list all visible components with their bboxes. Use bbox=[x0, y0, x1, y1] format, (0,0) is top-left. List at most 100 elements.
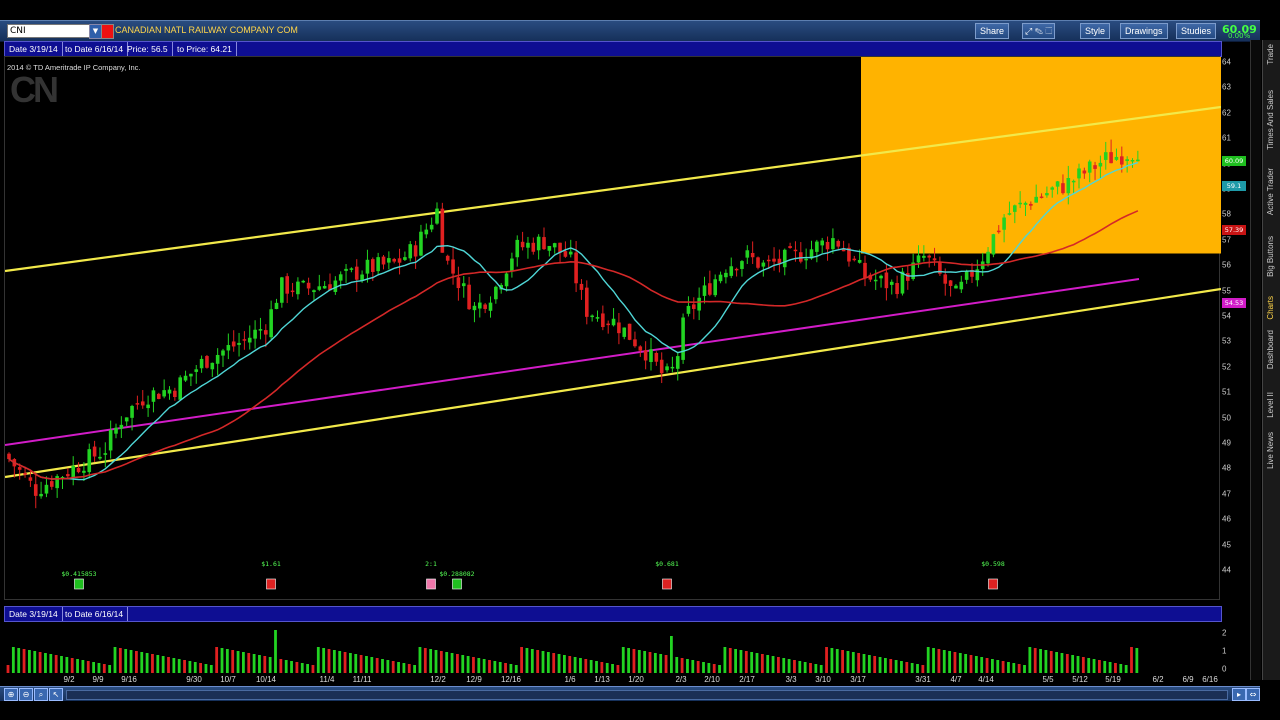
side-tab-big-buttons[interactable]: Big Buttons bbox=[1266, 236, 1275, 277]
volume-bar bbox=[723, 647, 727, 673]
dividend-label: $0.598 bbox=[981, 560, 1005, 568]
candle-body bbox=[39, 493, 43, 497]
link-color-icon[interactable] bbox=[101, 24, 114, 39]
volume-bar bbox=[199, 663, 202, 673]
style-button[interactable]: Style bbox=[1080, 23, 1111, 39]
candle-body bbox=[124, 417, 129, 422]
volume-bar bbox=[33, 651, 37, 673]
volume-bar bbox=[1049, 651, 1053, 673]
candle-body bbox=[659, 359, 664, 374]
volume-bar bbox=[28, 650, 31, 673]
price-axis: 6463626160595857565554535251504948474645… bbox=[1220, 56, 1248, 616]
zoom-out-icon[interactable]: ⊖ bbox=[19, 688, 33, 701]
volume-bar bbox=[316, 647, 320, 673]
candle-body bbox=[103, 453, 108, 455]
volume-bar bbox=[1087, 658, 1091, 673]
candle-body bbox=[729, 266, 734, 276]
candle-body bbox=[954, 285, 958, 289]
zoom-in-icon[interactable]: ⊕ bbox=[4, 688, 18, 701]
volume-bar bbox=[354, 654, 358, 673]
side-tab-charts[interactable]: Charts bbox=[1266, 296, 1275, 320]
drawings-button[interactable]: Drawings bbox=[1120, 23, 1168, 39]
candle-body bbox=[542, 237, 546, 250]
cursor-icon[interactable]: ↖ bbox=[49, 688, 63, 701]
date-axis-label: 5/5 bbox=[1042, 675, 1054, 684]
volume-bar bbox=[1071, 655, 1075, 673]
candle-body bbox=[852, 258, 857, 261]
side-tab-trade[interactable]: Trade bbox=[1266, 44, 1275, 65]
date-axis-label: 9/16 bbox=[121, 675, 137, 684]
symbol-input[interactable]: CNI bbox=[7, 24, 95, 38]
candle-body bbox=[183, 375, 188, 381]
volume-bar bbox=[536, 650, 540, 673]
candle-body bbox=[397, 258, 402, 263]
volume-bar bbox=[546, 652, 550, 673]
volume-bar bbox=[129, 650, 133, 673]
candle-body bbox=[488, 302, 493, 311]
volume-bar bbox=[1076, 656, 1080, 673]
share-button[interactable]: Share bbox=[975, 23, 1010, 39]
studies-button[interactable]: Studies bbox=[1176, 23, 1217, 39]
side-tab-live-news[interactable]: Live News bbox=[1266, 432, 1275, 469]
volume-bar bbox=[209, 665, 213, 673]
volume-bar bbox=[177, 659, 181, 673]
candle-body bbox=[7, 453, 11, 460]
volume-bar bbox=[766, 655, 770, 673]
dividend-icon bbox=[426, 578, 436, 590]
candle-body bbox=[17, 467, 22, 470]
volume-bar bbox=[643, 651, 647, 673]
candle-body bbox=[1039, 196, 1044, 199]
candle-body bbox=[28, 477, 33, 481]
side-tab-level-ii[interactable]: Level II bbox=[1266, 392, 1275, 418]
volume-bar bbox=[6, 665, 10, 673]
candle-body bbox=[467, 284, 471, 310]
volume-bar bbox=[530, 649, 534, 673]
candle-body bbox=[515, 239, 520, 258]
volume-bar bbox=[680, 658, 684, 673]
candle-body bbox=[1050, 187, 1055, 190]
candle-body bbox=[461, 283, 466, 287]
horizontal-scrollbar[interactable] bbox=[66, 690, 1228, 700]
volume-chart[interactable] bbox=[4, 621, 1220, 673]
price-axis-label: 55 bbox=[1222, 286, 1231, 296]
volume-bar bbox=[17, 648, 21, 673]
volume-bar bbox=[889, 659, 893, 673]
company-name: CANADIAN NATL RAILWAY COMPANY COM bbox=[115, 25, 298, 35]
studies-label: Studies bbox=[1181, 26, 1212, 36]
magnify-icon[interactable]: ⌕ bbox=[34, 688, 48, 701]
date-axis-label: 10/7 bbox=[220, 675, 236, 684]
volume-bar bbox=[675, 657, 679, 673]
side-tab-strip: Trade Times And Sales Active Trader Big But… bbox=[1262, 40, 1280, 680]
fit-icon[interactable]: ⇔ bbox=[1246, 688, 1260, 701]
candle-body bbox=[264, 330, 268, 335]
tool-icons[interactable]: ⤢ ✎ ⬚ bbox=[1022, 23, 1056, 39]
candle-body bbox=[312, 290, 316, 293]
price-axis-label: 52 bbox=[1222, 362, 1231, 372]
candle-body bbox=[510, 258, 514, 272]
volume-bar bbox=[1001, 661, 1005, 673]
side-tab-times-and-sales[interactable]: Times And Sales bbox=[1266, 90, 1275, 150]
candle-body bbox=[799, 252, 803, 262]
candle-body bbox=[782, 249, 787, 268]
candle-body bbox=[504, 273, 509, 287]
vertical-scrollbar[interactable] bbox=[1250, 40, 1261, 680]
price-chart[interactable]: $0.415853 $1.61 2:1 $0.288082 $0.681 $0.598 bbox=[4, 56, 1221, 600]
candle-body bbox=[750, 252, 755, 258]
candle-body bbox=[1045, 193, 1049, 196]
volume-bar bbox=[1124, 665, 1128, 673]
side-tab-active-trader[interactable]: Active Trader bbox=[1266, 168, 1275, 215]
volume-bar bbox=[932, 648, 935, 673]
volume-bar bbox=[744, 651, 748, 673]
side-tab-dashboard[interactable]: Dashboard bbox=[1266, 330, 1275, 369]
candle-body bbox=[996, 230, 1001, 233]
candle-body bbox=[1002, 217, 1006, 230]
volume-bar bbox=[375, 658, 379, 673]
volume-bar bbox=[926, 647, 930, 673]
volume-bar bbox=[637, 650, 641, 673]
date-axis-label: 5/12 bbox=[1072, 675, 1088, 684]
dividend-label: 2:1 bbox=[425, 560, 437, 568]
candle-body bbox=[526, 242, 530, 248]
volume-bar bbox=[349, 653, 352, 673]
volume-bar bbox=[568, 656, 572, 673]
expand-icon[interactable]: ▸ bbox=[1232, 688, 1246, 701]
